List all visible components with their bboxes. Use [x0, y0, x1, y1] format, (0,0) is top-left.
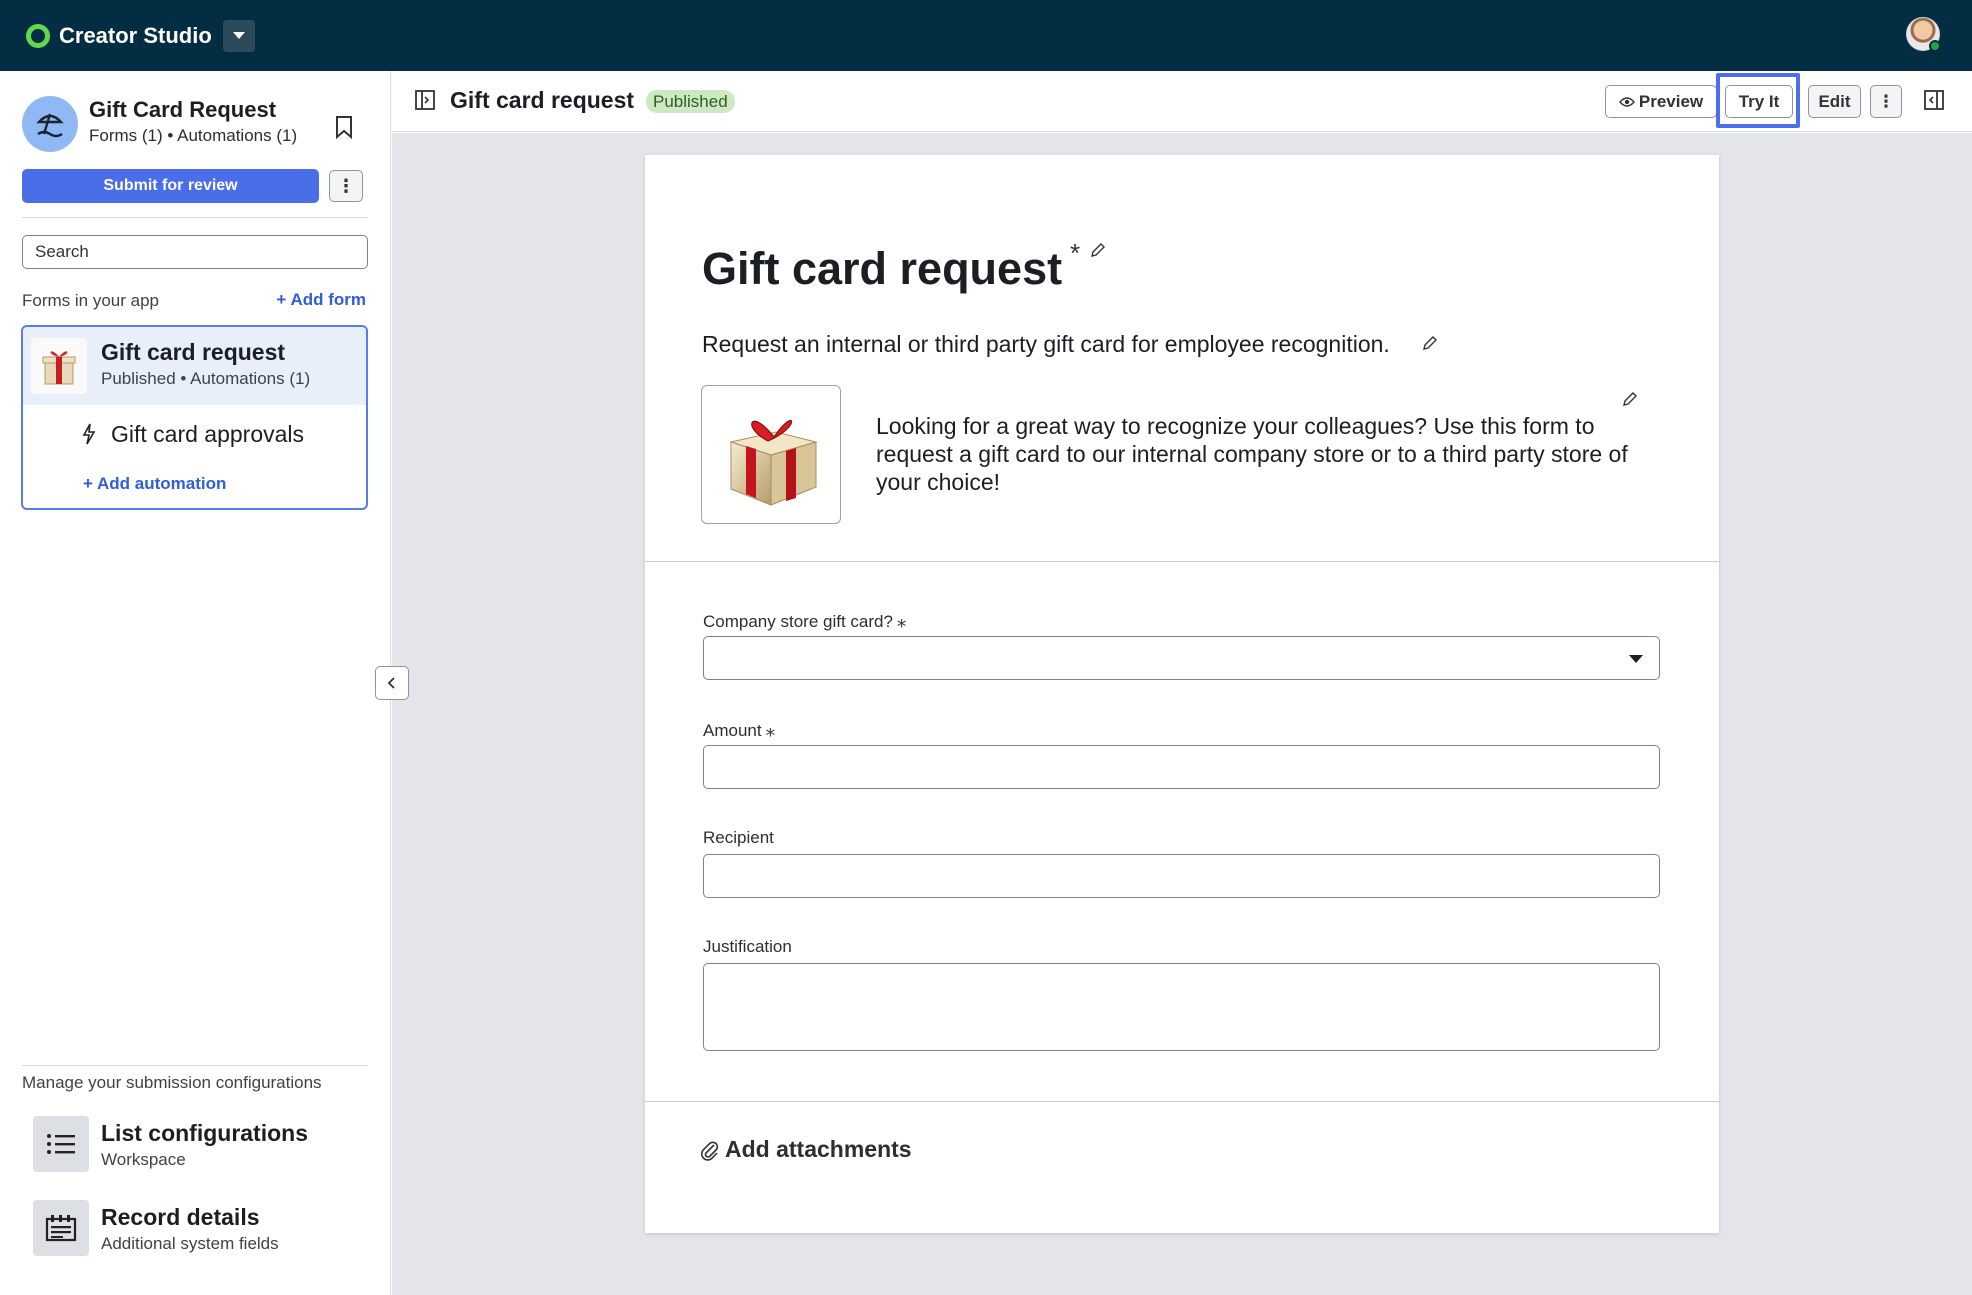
forms-section-label: Forms in your app [22, 291, 159, 310]
amount-input[interactable] [703, 745, 1660, 789]
top-bar: Creator Studio [0, 0, 1972, 71]
search-input[interactable]: Search [22, 235, 368, 269]
sidebar: Gift Card Request Forms (1) • Automation… [0, 71, 391, 1295]
edit-pencil-icon[interactable] [1422, 335, 1438, 351]
collapse-sidebar-button[interactable] [375, 666, 409, 700]
recipient-input[interactable] [703, 854, 1660, 898]
preview-button[interactable]: Preview [1605, 85, 1717, 118]
record-details-icon [33, 1200, 89, 1256]
preview-label: Preview [1638, 91, 1704, 111]
field-label: Amount ⁎ [703, 720, 776, 741]
brand[interactable]: Creator Studio [26, 19, 255, 52]
edit-pencil-icon[interactable] [1622, 391, 1638, 407]
paperclip-icon [701, 1140, 719, 1161]
form-sheet: Gift card request * Request an internal … [645, 155, 1719, 1233]
divider [22, 1065, 368, 1066]
caret-down-icon [1629, 655, 1643, 663]
page-title: Gift card request [450, 87, 635, 113]
field-label: Company store gift card? ⁎ [703, 611, 907, 632]
add-automation-link[interactable]: + Add automation [83, 474, 226, 494]
lightning-icon [82, 423, 96, 445]
add-attachments-button[interactable]: Add attachments [701, 1136, 912, 1163]
divider [22, 217, 368, 218]
list-icon [33, 1116, 89, 1172]
beach-umbrella-icon [22, 96, 78, 152]
required-marker: * [1070, 238, 1081, 268]
bookmark-icon[interactable] [334, 115, 354, 139]
brand-name: Creator Studio [59, 22, 212, 48]
automation-item[interactable]: Gift card approvals [111, 421, 304, 448]
add-form-link[interactable]: + Add form [276, 290, 366, 310]
app-more-options-button[interactable]: ⋮ [329, 170, 363, 202]
expand-panel-icon[interactable] [415, 90, 435, 110]
form-name: Gift card request [101, 339, 286, 365]
try-it-button[interactable]: Try It [1725, 85, 1793, 118]
app-title: Gift Card Request [89, 97, 277, 122]
presence-indicator [1929, 40, 1941, 52]
required-marker: ⁎ [896, 611, 907, 632]
company-store-gift-card-select[interactable] [703, 636, 1660, 680]
app-subtitle: Forms (1) • Automations (1) [89, 126, 298, 145]
more-options-button[interactable]: ⋮ [1870, 85, 1902, 118]
justification-textarea[interactable] [703, 963, 1660, 1051]
eye-icon [1618, 96, 1635, 107]
chevron-left-icon [387, 677, 395, 689]
field-label: Recipient [703, 828, 774, 847]
add-attachments-label: Add attachments [725, 1136, 912, 1162]
ring-logo-icon [26, 23, 50, 48]
form-card[interactable]: Gift card request Published • Automation… [21, 325, 368, 510]
section-divider [645, 561, 1719, 562]
edit-pencil-icon[interactable] [1090, 242, 1106, 258]
manage-section-label: Manage your submission configurations [22, 1073, 322, 1092]
hero-text: Looking for a great way to recognize you… [876, 413, 1628, 495]
edit-button[interactable]: Edit [1808, 85, 1861, 118]
form-meta: Published • Automations (1) [101, 369, 311, 388]
list-configurations-item[interactable]: List configurations Workspace [33, 1116, 373, 1174]
config-subtitle: Additional system fields [101, 1234, 279, 1253]
gift-box-icon [31, 338, 87, 394]
status-badge: Published [646, 90, 735, 113]
form-title: Gift card request [702, 243, 1063, 294]
submit-for-review-button[interactable]: Submit for review [22, 169, 319, 203]
user-avatar-icon[interactable] [1906, 17, 1941, 52]
required-marker: ⁎ [765, 720, 776, 741]
field-label: Justification [703, 937, 792, 956]
section-divider [645, 1101, 1719, 1102]
config-title: List configurations [101, 1120, 308, 1146]
caret-down-icon[interactable] [222, 19, 255, 52]
collapse-right-panel-icon[interactable] [1924, 90, 1944, 110]
main-header: Gift card request Published Preview Try … [392, 71, 1972, 132]
config-subtitle: Workspace [101, 1150, 186, 1169]
config-title: Record details [101, 1204, 260, 1230]
form-card-header[interactable]: Gift card request Published • Automation… [23, 327, 366, 405]
record-details-item[interactable]: Record details Additional system fields [33, 1200, 373, 1258]
form-description: Request an internal or third party gift … [702, 331, 1390, 357]
gift-box-image [701, 385, 841, 524]
